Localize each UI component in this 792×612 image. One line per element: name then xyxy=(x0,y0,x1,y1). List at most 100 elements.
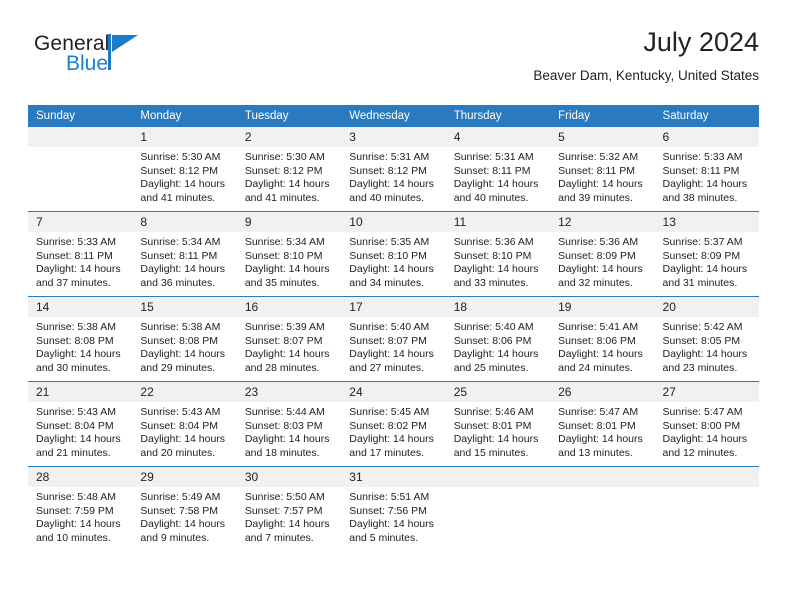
calendar-day-cell[interactable]: 24 Sunrise: 5:45 AM Sunset: 8:02 PM Dayligh… xyxy=(341,381,446,467)
calendar-day-cell[interactable]: 21 Sunrise: 5:43 AM Sunset: 8:04 PM Dayligh… xyxy=(28,381,133,467)
sunset-time: Sunset: 8:04 PM xyxy=(36,419,114,432)
day-cell-body: 17 Sunrise: 5:40 AM Sunset: 8:07 PM Dayligh… xyxy=(341,297,446,381)
daylight-duration-line1: Daylight: 14 hours xyxy=(662,433,748,446)
day-cell-body: 31 Sunrise: 5:51 AM Sunset: 7:56 PM Dayligh… xyxy=(341,467,446,551)
calendar-day-cell[interactable]: 25 Sunrise: 5:46 AM Sunset: 8:01 PM Dayligh… xyxy=(445,381,551,467)
calendar-day-cell[interactable]: 2 Sunrise: 5:30 AM Sunset: 8:12 PM Daylight… xyxy=(236,127,342,212)
calendar-header-row: Sunday Monday Tuesday Wednesday Thursday… xyxy=(28,105,759,127)
calendar-day-cell[interactable]: 18 Sunrise: 5:40 AM Sunset: 8:06 PM Dayligh… xyxy=(445,296,551,382)
daylight-duration-line2: and 7 minutes. xyxy=(244,531,314,544)
day-details: Sunrise: 5:47 AM Sunset: 8:00 PM Daylight:… xyxy=(655,402,759,460)
calendar-day-cell[interactable]: 14 Sunrise: 5:38 AM Sunset: 8:08 PM Dayligh… xyxy=(28,296,133,382)
day-details: Sunrise: 5:30 AM Sunset: 8:12 PM Daylight:… xyxy=(132,147,236,205)
daylight-duration-line2: and 31 minutes. xyxy=(662,276,738,289)
calendar-body: 1 Sunrise: 5:30 AM Sunset: 8:12 PM Daylight… xyxy=(28,127,759,551)
calendar-day-cell[interactable]: 7 Sunrise: 5:33 AM Sunset: 8:11 PM Daylight… xyxy=(28,211,133,297)
calendar-week-row: 21 Sunrise: 5:43 AM Sunset: 8:04 PM Dayligh… xyxy=(28,381,759,467)
calendar-day-cell[interactable]: 30 Sunrise: 5:50 AM Sunset: 7:57 PM Dayligh… xyxy=(236,466,342,551)
day-details: Sunrise: 5:36 AM Sunset: 8:09 PM Daylight:… xyxy=(550,232,654,290)
daylight-duration-line1: Daylight: 14 hours xyxy=(140,433,226,446)
general-blue-logo[interactable]: General Blue xyxy=(34,32,174,84)
sunset-time: Sunset: 8:08 PM xyxy=(36,334,114,347)
day-details: Sunrise: 5:43 AM Sunset: 8:04 PM Daylight:… xyxy=(132,402,236,460)
calendar-day-cell[interactable]: 12 Sunrise: 5:36 AM Sunset: 8:09 PM Dayligh… xyxy=(550,211,655,297)
daylight-duration-line1: Daylight: 14 hours xyxy=(244,263,330,276)
calendar-day-cell[interactable]: 16 Sunrise: 5:39 AM Sunset: 8:07 PM Dayligh… xyxy=(236,296,342,382)
sunset-time: Sunset: 8:12 PM xyxy=(244,164,323,177)
daylight-duration-line1: Daylight: 14 hours xyxy=(244,178,330,191)
day-cell-body: 20 Sunrise: 5:42 AM Sunset: 8:05 PM Dayligh… xyxy=(654,297,759,381)
sunset-time: Sunset: 8:10 PM xyxy=(349,249,427,262)
calendar-day-cell[interactable]: 28 Sunrise: 5:48 AM Sunset: 7:59 PM Dayligh… xyxy=(28,466,133,551)
daylight-duration-line1: Daylight: 14 hours xyxy=(36,348,121,361)
day-cell-body: 14 Sunrise: 5:38 AM Sunset: 8:08 PM Dayligh… xyxy=(28,297,133,381)
calendar-day-cell[interactable]: 9 Sunrise: 5:34 AM Sunset: 8:10 PM Daylight… xyxy=(236,211,342,297)
day-number: 25 xyxy=(445,382,551,402)
calendar-day-cell[interactable]: 3 Sunrise: 5:31 AM Sunset: 8:12 PM Daylight… xyxy=(341,127,446,212)
daylight-duration-line2: and 27 minutes. xyxy=(349,361,424,374)
calendar-day-cell[interactable]: 19 Sunrise: 5:41 AM Sunset: 8:06 PM Dayligh… xyxy=(550,296,655,382)
daylight-duration-line1: Daylight: 14 hours xyxy=(662,348,748,361)
calendar-day-cell[interactable]: 5 Sunrise: 5:32 AM Sunset: 8:11 PM Daylight… xyxy=(550,127,655,212)
daylight-duration-line1: Daylight: 14 hours xyxy=(244,518,330,531)
day-details: Sunrise: 5:47 AM Sunset: 8:01 PM Daylight:… xyxy=(550,402,654,460)
sunrise-time: Sunrise: 5:31 AM xyxy=(453,151,534,163)
day-number: 7 xyxy=(28,212,133,232)
calendar-day-cell[interactable]: 26 Sunrise: 5:47 AM Sunset: 8:01 PM Dayligh… xyxy=(550,381,655,467)
day-cell-body xyxy=(28,127,133,211)
day-cell-body: 13 Sunrise: 5:37 AM Sunset: 8:09 PM Dayligh… xyxy=(654,212,759,296)
calendar-day-cell[interactable]: 10 Sunrise: 5:35 AM Sunset: 8:10 PM Dayligh… xyxy=(341,211,446,297)
day-cell-body: 21 Sunrise: 5:43 AM Sunset: 8:04 PM Dayligh… xyxy=(28,382,133,466)
calendar-day-cell[interactable]: 22 Sunrise: 5:43 AM Sunset: 8:04 PM Dayligh… xyxy=(132,381,237,467)
day-details: Sunrise: 5:30 AM Sunset: 8:12 PM Daylight:… xyxy=(237,147,341,205)
weekday-header-friday: Friday xyxy=(550,105,655,127)
daylight-duration-line1: Daylight: 14 hours xyxy=(349,518,434,531)
weekday-header-sunday: Sunday xyxy=(28,105,133,127)
calendar-day-cell[interactable]: 8 Sunrise: 5:34 AM Sunset: 8:11 PM Daylight… xyxy=(132,211,237,297)
day-cell-body: 6 Sunrise: 5:33 AM Sunset: 8:11 PM Daylight… xyxy=(654,127,759,211)
sunset-time: Sunset: 8:00 PM xyxy=(662,419,741,432)
sunset-time: Sunset: 8:03 PM xyxy=(244,419,323,432)
calendar-day-cell[interactable]: 4 Sunrise: 5:31 AM Sunset: 8:11 PM Daylight… xyxy=(445,127,551,212)
day-cell-body: 12 Sunrise: 5:36 AM Sunset: 8:09 PM Dayligh… xyxy=(550,212,655,296)
day-details: Sunrise: 5:38 AM Sunset: 8:08 PM Daylight:… xyxy=(28,317,132,375)
calendar-week-row: 7 Sunrise: 5:33 AM Sunset: 8:11 PM Daylight… xyxy=(28,211,759,297)
calendar-day-cell[interactable]: 17 Sunrise: 5:40 AM Sunset: 8:07 PM Dayligh… xyxy=(341,296,446,382)
sunset-time: Sunset: 8:07 PM xyxy=(349,334,427,347)
daylight-duration-line1: Daylight: 14 hours xyxy=(140,518,226,531)
calendar-day-cell[interactable]: 29 Sunrise: 5:49 AM Sunset: 7:58 PM Dayligh… xyxy=(132,466,237,551)
sunrise-time: Sunrise: 5:40 AM xyxy=(349,321,430,333)
sunrise-time: Sunrise: 5:43 AM xyxy=(140,406,221,418)
calendar-day-cell[interactable]: 11 Sunrise: 5:36 AM Sunset: 8:10 PM Dayligh… xyxy=(445,211,551,297)
calendar-day-cell[interactable]: 13 Sunrise: 5:37 AM Sunset: 8:09 PM Dayligh… xyxy=(654,211,759,297)
day-cell-body: 23 Sunrise: 5:44 AM Sunset: 8:03 PM Dayligh… xyxy=(236,382,342,466)
day-cell-body: 26 Sunrise: 5:47 AM Sunset: 8:01 PM Dayligh… xyxy=(550,382,655,466)
day-number: 30 xyxy=(236,467,342,487)
calendar-day-cell[interactable]: 15 Sunrise: 5:38 AM Sunset: 8:08 PM Dayligh… xyxy=(132,296,237,382)
sunset-time: Sunset: 8:05 PM xyxy=(662,334,741,347)
calendar-day-cell[interactable]: 20 Sunrise: 5:42 AM Sunset: 8:05 PM Dayligh… xyxy=(654,296,759,382)
calendar-day-cell[interactable]: 27 Sunrise: 5:47 AM Sunset: 8:00 PM Dayligh… xyxy=(654,381,759,467)
calendar-week-row: 28 Sunrise: 5:48 AM Sunset: 7:59 PM Dayligh… xyxy=(28,466,759,551)
calendar-day-cell[interactable]: 31 Sunrise: 5:51 AM Sunset: 7:56 PM Dayligh… xyxy=(341,466,446,551)
sunrise-time: Sunrise: 5:43 AM xyxy=(36,406,116,418)
day-cell-body: 16 Sunrise: 5:39 AM Sunset: 8:07 PM Dayligh… xyxy=(236,297,342,381)
day-cell-body: 11 Sunrise: 5:36 AM Sunset: 8:10 PM Dayligh… xyxy=(445,212,551,296)
day-cell-body: 29 Sunrise: 5:49 AM Sunset: 7:58 PM Dayligh… xyxy=(132,467,237,551)
sunset-time: Sunset: 8:09 PM xyxy=(662,249,741,262)
calendar-week-row: 1 Sunrise: 5:30 AM Sunset: 8:12 PM Daylight… xyxy=(28,127,759,212)
day-details: Sunrise: 5:46 AM Sunset: 8:01 PM Daylight:… xyxy=(446,402,550,460)
day-details: Sunrise: 5:31 AM Sunset: 8:11 PM Daylight:… xyxy=(446,147,550,205)
daylight-duration-line2: and 24 minutes. xyxy=(558,361,633,374)
daylight-duration-line2: and 34 minutes. xyxy=(349,276,424,289)
sunrise-time: Sunrise: 5:51 AM xyxy=(349,491,430,503)
location-subtitle: Beaver Dam, Kentucky, United States xyxy=(533,68,759,83)
day-cell-body: 27 Sunrise: 5:47 AM Sunset: 8:00 PM Dayligh… xyxy=(654,382,759,466)
calendar-day-cell[interactable]: 6 Sunrise: 5:33 AM Sunset: 8:11 PM Daylight… xyxy=(654,127,759,212)
sunset-time: Sunset: 8:11 PM xyxy=(558,164,635,177)
day-number: 26 xyxy=(550,382,655,402)
calendar-day-cell[interactable]: 23 Sunrise: 5:44 AM Sunset: 8:03 PM Dayligh… xyxy=(236,381,342,467)
daylight-duration-line2: and 13 minutes. xyxy=(558,446,633,459)
calendar-day-cell[interactable]: 1 Sunrise: 5:30 AM Sunset: 8:12 PM Daylight… xyxy=(132,127,237,212)
daylight-duration-line2: and 41 minutes. xyxy=(140,191,216,204)
